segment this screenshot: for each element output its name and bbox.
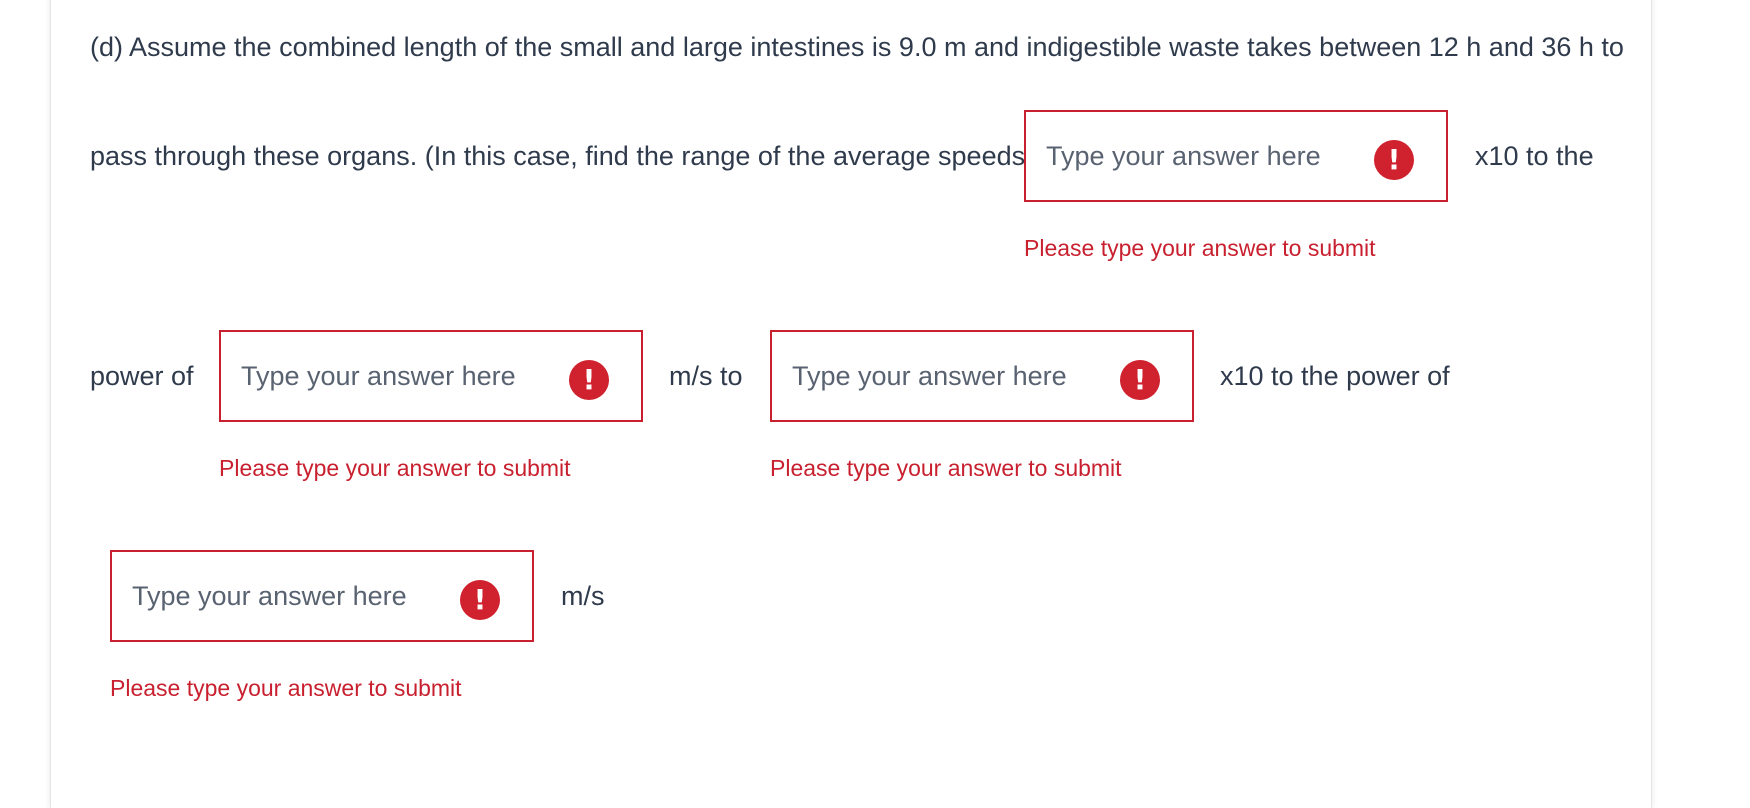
answer-field-1[interactable]: ! (1024, 110, 1448, 202)
exclamation-icon: ! (1120, 360, 1160, 400)
power-of-text: power of (90, 361, 194, 391)
unit-text-3: x10 to the power of (1220, 361, 1450, 391)
answer-input-3[interactable] (792, 332, 1122, 420)
error-message-3: Please type your answer to submit (770, 455, 1122, 481)
error-message-2: Please type your answer to submit (219, 455, 571, 481)
answer-field-3[interactable]: ! (770, 330, 1194, 422)
unit-text-1: x10 to the (1475, 141, 1594, 171)
answer-field-4[interactable]: ! (110, 550, 534, 642)
answer-input-1[interactable] (1046, 112, 1376, 200)
exclamation-icon: ! (1374, 140, 1414, 180)
exclamation-icon: ! (460, 580, 500, 620)
error-message-4: Please type your answer to submit (110, 675, 462, 701)
exclamation-icon: ! (569, 360, 609, 400)
question-text-line2: pass through these organs. (In this case… (90, 141, 1042, 171)
unit-text-4: m/s (561, 581, 605, 611)
unit-text-2: m/s to (669, 361, 743, 391)
answer-input-2[interactable] (241, 332, 571, 420)
answer-field-2[interactable]: ! (219, 330, 643, 422)
error-message-1: Please type your answer to submit (1024, 235, 1376, 261)
answer-input-4[interactable] (132, 552, 462, 640)
question-text-line1: (d) Assume the combined length of the sm… (90, 32, 1624, 62)
